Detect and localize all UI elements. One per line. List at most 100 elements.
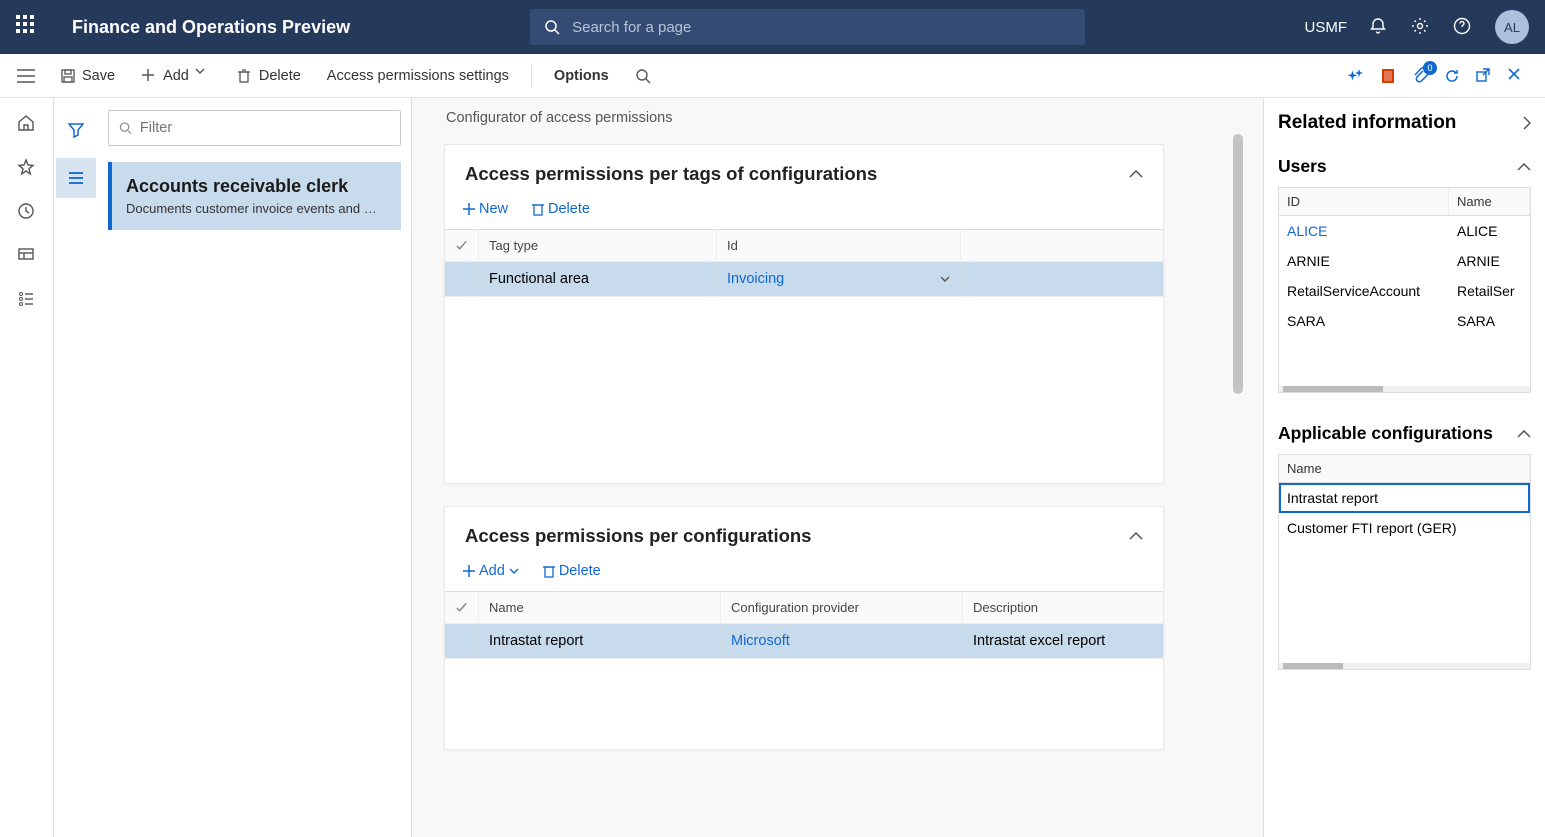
card-tags-header[interactable]: Access permissions per tags of configura… bbox=[445, 145, 1163, 197]
search-action[interactable] bbox=[625, 62, 661, 90]
filter-input[interactable] bbox=[140, 120, 390, 136]
delete-label: Delete bbox=[259, 68, 301, 84]
applicable-hscroll[interactable] bbox=[1279, 663, 1530, 669]
topbar-right: USMF AL bbox=[1305, 10, 1530, 44]
col-provider[interactable]: Configuration provider bbox=[721, 592, 963, 623]
avatar[interactable]: AL bbox=[1495, 10, 1529, 44]
users-row[interactable]: ARNIEARNIE bbox=[1279, 246, 1530, 276]
save-label: Save bbox=[82, 68, 115, 84]
card-tags-title: Access permissions per tags of configura… bbox=[465, 163, 877, 185]
workspace-icon[interactable] bbox=[17, 246, 37, 266]
cell-tagtype[interactable]: Functional area bbox=[479, 262, 717, 296]
bell-icon[interactable] bbox=[1369, 17, 1389, 37]
chevron-right-icon[interactable] bbox=[1523, 116, 1531, 130]
list-tab-icon[interactable] bbox=[56, 158, 96, 198]
user-id[interactable]: ARNIE bbox=[1279, 246, 1449, 276]
close-icon[interactable] bbox=[1507, 67, 1525, 85]
users-section-header[interactable]: Users bbox=[1278, 156, 1531, 177]
tags-new-button[interactable]: New bbox=[457, 197, 514, 221]
card-configs-title: Access permissions per configurations bbox=[465, 525, 811, 547]
chevron-up-icon bbox=[1517, 430, 1531, 438]
hamburger-icon[interactable] bbox=[8, 69, 44, 83]
user-id[interactable]: RetailServiceAccount bbox=[1279, 276, 1449, 306]
attachment-icon[interactable]: 0 bbox=[1411, 67, 1429, 85]
select-all-check[interactable] bbox=[445, 592, 479, 623]
home-icon[interactable] bbox=[17, 114, 37, 134]
applicable-row[interactable]: Intrastat report bbox=[1279, 483, 1530, 513]
applicable-grid: Name Intrastat report Customer FTI repor… bbox=[1278, 454, 1531, 670]
row-checkbox[interactable] bbox=[445, 624, 479, 658]
options-button[interactable]: Options bbox=[544, 62, 619, 90]
options-label: Options bbox=[554, 68, 609, 84]
user-name: SARA bbox=[1449, 306, 1530, 336]
users-row[interactable]: RetailServiceAccountRetailSer bbox=[1279, 276, 1530, 306]
role-title: Accounts receivable clerk bbox=[126, 176, 387, 197]
nav-panel: Accounts receivable clerk Documents cust… bbox=[54, 98, 412, 837]
sparkle-icon[interactable] bbox=[1347, 67, 1365, 85]
users-hscroll[interactable] bbox=[1279, 386, 1530, 392]
app-title: Finance and Operations Preview bbox=[72, 17, 350, 38]
user-name: ALICE bbox=[1449, 216, 1530, 246]
cell-id[interactable]: Invoicing bbox=[717, 262, 961, 296]
trash-icon bbox=[543, 564, 555, 578]
users-row[interactable]: ALICEALICE bbox=[1279, 216, 1530, 246]
global-search[interactable] bbox=[530, 9, 1085, 45]
applicable-row[interactable]: Customer FTI report (GER) bbox=[1279, 513, 1530, 543]
user-name: ARNIE bbox=[1449, 246, 1530, 276]
gear-icon[interactable] bbox=[1411, 17, 1431, 37]
plus-icon bbox=[463, 203, 475, 215]
tags-delete-button[interactable]: Delete bbox=[526, 197, 596, 221]
select-all-check[interactable] bbox=[445, 230, 479, 261]
clock-icon[interactable] bbox=[17, 202, 37, 222]
configs-delete-label: Delete bbox=[559, 563, 601, 579]
trash-icon bbox=[237, 68, 253, 84]
attachment-badge: 0 bbox=[1423, 61, 1437, 75]
access-settings-label: Access permissions settings bbox=[327, 68, 509, 84]
role-item[interactable]: Accounts receivable clerk Documents cust… bbox=[108, 162, 401, 230]
configs-delete-button[interactable]: Delete bbox=[537, 559, 607, 583]
modules-icon[interactable] bbox=[17, 290, 37, 310]
scrollbar[interactable] bbox=[1233, 134, 1243, 394]
users-col-id[interactable]: ID bbox=[1279, 188, 1449, 215]
users-title: Users bbox=[1278, 156, 1327, 177]
app-launcher-icon[interactable] bbox=[16, 15, 40, 39]
col-id[interactable]: Id bbox=[717, 230, 961, 261]
filter-input-box[interactable] bbox=[108, 110, 401, 146]
user-id[interactable]: SARA bbox=[1279, 306, 1449, 336]
col-tagtype[interactable]: Tag type bbox=[479, 230, 717, 261]
global-search-input[interactable] bbox=[572, 19, 1071, 36]
user-id[interactable]: ALICE bbox=[1279, 216, 1449, 246]
star-icon[interactable] bbox=[17, 158, 37, 178]
help-icon[interactable] bbox=[1453, 17, 1473, 37]
col-name[interactable]: Name bbox=[479, 592, 721, 623]
filter-tab-icon[interactable] bbox=[56, 110, 96, 150]
chevron-down-icon bbox=[940, 276, 950, 282]
applicable-name[interactable]: Intrastat report bbox=[1279, 483, 1530, 513]
tags-row[interactable]: Functional area Invoicing bbox=[445, 262, 1163, 297]
cell-name[interactable]: Intrastat report bbox=[479, 624, 721, 658]
delete-button[interactable]: Delete bbox=[227, 62, 311, 90]
applicable-col-name[interactable]: Name bbox=[1279, 455, 1530, 482]
access-settings-button[interactable]: Access permissions settings bbox=[317, 62, 519, 90]
chevron-down-icon bbox=[195, 68, 211, 84]
applicable-section-header[interactable]: Applicable configurations bbox=[1278, 423, 1531, 444]
cell-desc[interactable]: Intrastat excel report bbox=[963, 624, 1143, 658]
col-desc[interactable]: Description bbox=[963, 592, 1143, 623]
related-info-title: Related information bbox=[1278, 112, 1456, 134]
configs-row[interactable]: Intrastat report Microsoft Intrastat exc… bbox=[445, 624, 1163, 659]
card-configs-header[interactable]: Access permissions per configurations bbox=[445, 507, 1163, 559]
configs-add-button[interactable]: Add bbox=[457, 559, 525, 583]
page-label: Configurator of access permissions bbox=[444, 110, 1255, 126]
office-icon[interactable] bbox=[1379, 67, 1397, 85]
save-button[interactable]: Save bbox=[50, 62, 125, 90]
row-checkbox[interactable] bbox=[445, 262, 479, 296]
cell-provider[interactable]: Microsoft bbox=[721, 624, 963, 658]
search-icon bbox=[635, 68, 651, 84]
add-button[interactable]: Add bbox=[131, 62, 221, 90]
popout-icon[interactable] bbox=[1475, 67, 1493, 85]
company-code[interactable]: USMF bbox=[1305, 19, 1348, 36]
users-col-name[interactable]: Name bbox=[1449, 188, 1530, 215]
refresh-icon[interactable] bbox=[1443, 67, 1461, 85]
users-row[interactable]: SARASARA bbox=[1279, 306, 1530, 336]
applicable-name[interactable]: Customer FTI report (GER) bbox=[1279, 513, 1530, 543]
